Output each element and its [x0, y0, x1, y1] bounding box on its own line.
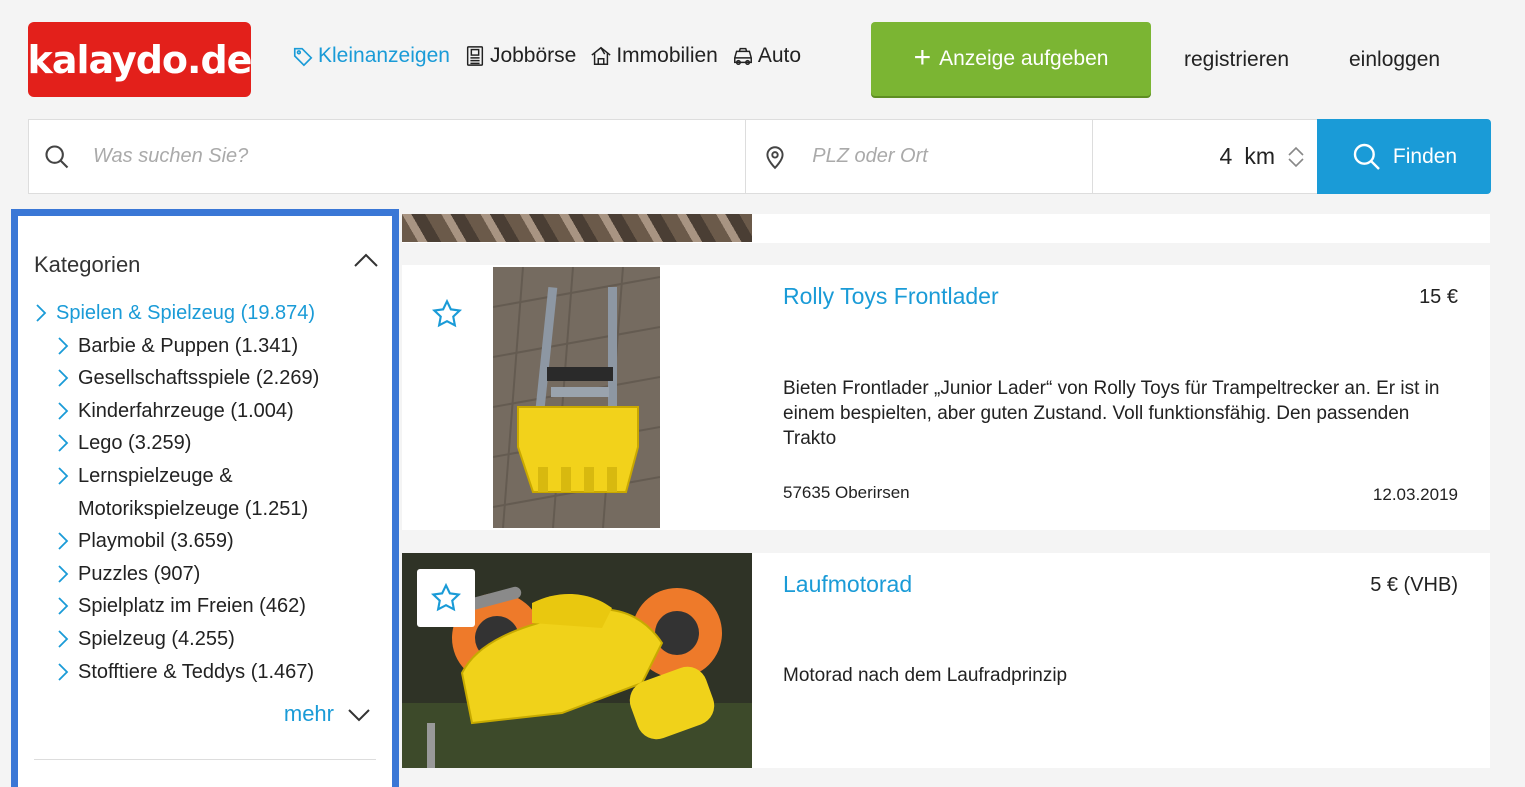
- star-icon: [431, 582, 461, 612]
- location-pin-icon: [766, 145, 784, 169]
- chevron-right-icon: [58, 565, 69, 583]
- search-bar: 4 km: [28, 119, 1318, 194]
- distance-value: 4: [1219, 143, 1233, 169]
- category-sidebar: Kategorien Spielen & Spielzeug (19.874) …: [11, 209, 399, 787]
- search-icon: [45, 144, 69, 168]
- listing-card[interactable]: Rolly Toys Frontlader 15 € Bieten Frontl…: [402, 265, 1490, 530]
- main-nav: Kleinanzeigen Jobbörse Immobilien Auto: [292, 44, 801, 68]
- listing-description: Motorad nach dem Laufradprinzip: [783, 665, 1068, 686]
- nav-kleinanzeigen[interactable]: Kleinanzeigen: [292, 44, 450, 68]
- chevron-right-icon: [58, 336, 69, 355]
- chevron-up-icon[interactable]: [1287, 145, 1305, 157]
- listing-date: 12.03.2019: [1372, 485, 1458, 504]
- chevron-right-icon: [58, 597, 69, 615]
- chevron-right-icon: [58, 662, 69, 681]
- listing-price: 5 € (VHB): [1370, 574, 1458, 596]
- listing-location: 57635 Oberirsen: [783, 483, 910, 502]
- more-categories-button[interactable]: mehr: [284, 701, 372, 727]
- category-item[interactable]: Puzzles (907): [34, 558, 338, 591]
- category-label: Lernspielzeuge & Motorikspielzeuge (1.25…: [78, 464, 309, 520]
- category-item[interactable]: Lernspielzeuge & Motorikspielzeuge (1.25…: [34, 460, 338, 525]
- star-icon: [432, 298, 462, 328]
- nav-label: Auto: [757, 44, 802, 67]
- chevron-up-icon[interactable]: [352, 250, 380, 270]
- nav-auto[interactable]: Auto: [732, 44, 801, 68]
- listing-image: [402, 214, 752, 242]
- chevron-right-icon: [58, 402, 69, 420]
- category-item[interactable]: Gesellschaftsspiele (2.269): [34, 362, 338, 395]
- category-item[interactable]: Kinderfahrzeuge (1.004): [34, 395, 338, 428]
- listing-image[interactable]: [493, 267, 660, 528]
- search-input[interactable]: [93, 145, 493, 168]
- frontlader-photo: [493, 267, 660, 528]
- chevron-down-icon: [348, 709, 370, 722]
- car-icon: [733, 47, 752, 65]
- category-item[interactable]: Spielplatz im Freien (462): [34, 590, 338, 623]
- site-logo[interactable]: kalaydo.de: [28, 22, 252, 97]
- listing-description: Bieten Frontlader „Junior Lader“ von Rol…: [783, 378, 1440, 449]
- location-input[interactable]: [812, 145, 1093, 168]
- tag-icon: [293, 47, 313, 67]
- category-label: Spielzeug (4.255): [78, 627, 235, 650]
- nav-label: Immobilien: [616, 44, 718, 67]
- category-label: Playmobil (3.659): [78, 530, 234, 553]
- chevron-down-icon[interactable]: [1287, 157, 1305, 169]
- chevron-right-icon: [36, 304, 47, 322]
- id-card-icon: [466, 46, 484, 66]
- chevron-right-icon: [58, 434, 69, 453]
- house-icon: [591, 46, 611, 65]
- chevron-right-icon: [58, 467, 69, 485]
- listing-card[interactable]: Laufmotorad 5 € (VHB) Motorad nach dem L…: [402, 553, 1490, 768]
- distance-stepper[interactable]: [1287, 145, 1305, 169]
- find-button[interactable]: Finden: [1317, 119, 1491, 194]
- sidebar-title: Kategorien: [34, 252, 141, 277]
- location-field: [746, 120, 1094, 193]
- category-item[interactable]: Spielzeug (4.255): [34, 623, 338, 656]
- nav-label: Jobbörse: [489, 44, 577, 67]
- category-label: Barbie & Puppen (1.341): [78, 334, 299, 357]
- category-list: Spielen & Spielzeug (19.874) Barbie & Pu…: [34, 297, 338, 688]
- distance-field[interactable]: 4 km: [1093, 120, 1317, 193]
- search-icon: [1353, 143, 1380, 170]
- chevron-right-icon: [58, 532, 69, 550]
- favorite-button[interactable]: [417, 569, 475, 627]
- category-label: Kinderfahrzeuge (1.004): [78, 399, 294, 422]
- plus-icon: +: [913, 40, 932, 74]
- login-link[interactable]: einloggen: [1349, 48, 1440, 72]
- previous-listing-edge: [402, 214, 1490, 243]
- category-label: Lego (3.259): [78, 432, 192, 455]
- category-label: Spielen & Spielzeug (19.874): [56, 302, 316, 324]
- category-label: Spielplatz im Freien (462): [78, 595, 306, 618]
- find-label: Finden: [1392, 144, 1458, 168]
- listing-price: 15 €: [1419, 286, 1458, 308]
- register-link[interactable]: registrieren: [1184, 48, 1289, 72]
- nav-jobboerse[interactable]: Jobbörse: [464, 44, 576, 68]
- more-label: mehr: [283, 701, 334, 726]
- category-item[interactable]: Lego (3.259): [34, 427, 338, 460]
- nav-immobilien[interactable]: Immobilien: [590, 44, 718, 68]
- chevron-right-icon: [58, 630, 69, 648]
- chevron-right-icon: [58, 369, 69, 387]
- category-top[interactable]: Spielen & Spielzeug (19.874): [34, 297, 338, 330]
- category-item[interactable]: Stofftiere & Teddys (1.467): [34, 656, 338, 689]
- category-label: Gesellschaftsspiele (2.269): [78, 367, 320, 390]
- distance-unit: km: [1244, 143, 1275, 169]
- nav-label: Kleinanzeigen: [318, 44, 450, 67]
- category-label: Stofftiere & Teddys (1.467): [78, 660, 315, 683]
- category-item[interactable]: Barbie & Puppen (1.341): [34, 330, 338, 363]
- category-label: Puzzles (907): [78, 562, 201, 585]
- query-field: [29, 120, 747, 193]
- divider: [34, 759, 376, 760]
- listing-title[interactable]: Laufmotorad: [783, 571, 912, 598]
- favorite-button[interactable]: [418, 285, 476, 343]
- listing-title[interactable]: Rolly Toys Frontlader: [783, 283, 999, 310]
- category-item[interactable]: Playmobil (3.659): [34, 525, 338, 558]
- post-ad-label: Anzeige aufgeben: [939, 47, 1109, 70]
- post-ad-button[interactable]: + Anzeige aufgeben: [871, 22, 1151, 96]
